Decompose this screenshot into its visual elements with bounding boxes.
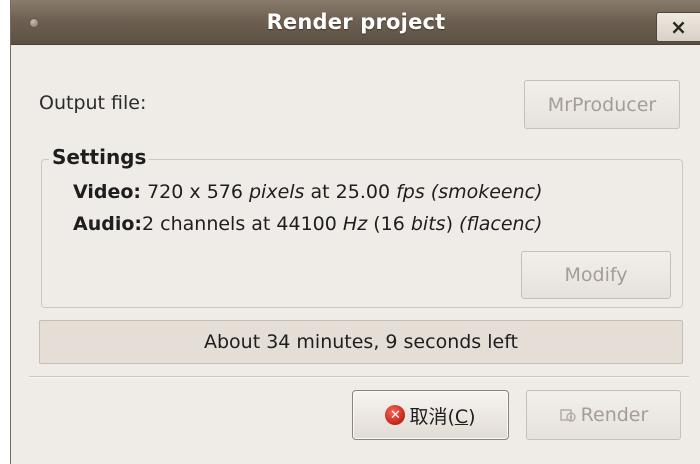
audio-channels-word: channels	[160, 213, 246, 235]
video-fps: 25.00	[335, 181, 391, 203]
video-size-separator: x	[189, 181, 201, 203]
video-height: 576	[206, 181, 243, 203]
render-label: Render	[580, 404, 649, 426]
output-file-label: Output file:	[39, 92, 147, 114]
audio-rate: 44100	[276, 213, 337, 235]
render-project-dialog: Render project × Output file: MrProducer…	[10, 0, 700, 464]
cancel-button[interactable]: ✕ 取消(C)	[352, 390, 509, 440]
audio-encoder: (flacenc)	[459, 213, 543, 235]
audio-bits-unit: bits	[410, 213, 446, 235]
render-progress-bar: About 34 minutes, 9 seconds left	[39, 320, 683, 364]
close-button[interactable]: ×	[656, 12, 700, 42]
audio-settings-line: Audio:2 channels at 44100 Hz (16 bits) (…	[73, 213, 542, 235]
audio-label: Audio:	[73, 213, 142, 235]
progress-text: About 34 minutes, 9 seconds left	[203, 331, 519, 353]
window-title: Render project	[266, 10, 446, 34]
video-pixels-unit: pixels	[249, 181, 305, 203]
settings-heading: Settings	[49, 145, 150, 169]
audio-bits-open: (16	[373, 213, 405, 235]
video-width: 720	[147, 181, 184, 203]
audio-channels: 2	[142, 213, 155, 235]
video-label: Video:	[73, 181, 142, 203]
audio-rate-unit: Hz	[342, 213, 368, 235]
audio-at-word: at	[251, 213, 271, 235]
video-settings-line: Video: 720 x 576 pixels at 25.00 fps (sm…	[73, 181, 543, 203]
render-button[interactable]: Render	[526, 390, 681, 440]
close-icon: ×	[670, 14, 687, 39]
video-encoder: (smokeenc)	[430, 181, 543, 203]
action-area-separator	[29, 376, 689, 378]
title-bar[interactable]: Render project ×	[11, 0, 700, 45]
audio-bits-close: )	[445, 213, 453, 235]
modify-button[interactable]: Modify	[521, 251, 671, 299]
cancel-circle-icon: ✕	[385, 405, 406, 425]
render-gear-icon	[559, 409, 576, 422]
video-at-word: at	[310, 181, 330, 203]
video-fps-unit: fps	[396, 181, 425, 203]
output-file-button[interactable]: MrProducer	[524, 80, 680, 129]
cancel-label: 取消(C)	[409, 405, 476, 428]
